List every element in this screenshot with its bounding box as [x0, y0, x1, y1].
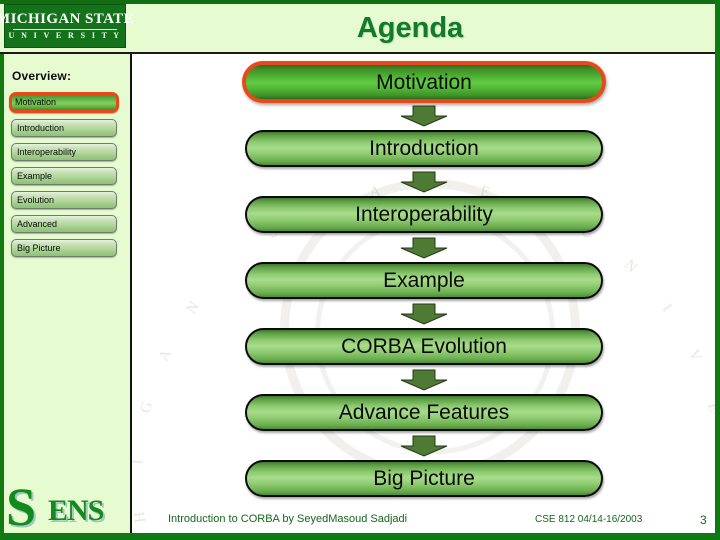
- flow-step-label: Example: [383, 269, 465, 292]
- sidebar-item-label: Example: [17, 170, 53, 181]
- flow-step-label: CORBA Evolution: [341, 335, 507, 358]
- flow-step-label: Advance Features: [338, 401, 510, 424]
- sidebar-item-introduction[interactable]: Introduction: [11, 119, 117, 137]
- sidebar-nav-list: Motivation Introduction Interoperability Ex…: [9, 92, 123, 263]
- sens-logo-rest: ENS: [48, 494, 104, 527]
- sidebar-heading: Overview:: [12, 69, 72, 83]
- sidebar-item-label: Evolution: [17, 194, 55, 205]
- sidebar-item-label: Interoperability: [17, 146, 77, 157]
- sidebar-item-advanced[interactable]: Advanced: [11, 215, 117, 233]
- sidebar-item-interoperability[interactable]: Interoperability: [11, 143, 117, 161]
- msu-logo-line2: U N I V E R S I T Y: [8, 31, 122, 40]
- agenda-flow-chart: Motivation Introduction Interoperability Ex…: [132, 54, 715, 533]
- page-title: Agenda: [356, 11, 464, 44]
- flow-step-example[interactable]: Example: [245, 262, 603, 299]
- msu-logo-line1: MICHIGAN STATE: [0, 11, 134, 27]
- sidebar-item-big-picture[interactable]: Big Picture: [11, 239, 117, 257]
- sidebar-item-label: Big Picture: [17, 242, 61, 253]
- sidebar: Overview: Motivation Introduction Interope…: [4, 54, 130, 533]
- flow-step-big-picture[interactable]: Big Picture: [245, 460, 603, 497]
- flow-arrow-down-icon: [400, 369, 448, 391]
- flow-step-interoperability[interactable]: Interoperability: [245, 196, 603, 233]
- flow-step-label: Interoperability: [355, 203, 493, 226]
- flow-arrow-down-icon: [400, 171, 448, 193]
- sidebar-item-label: Motivation: [15, 97, 57, 107]
- flow-step-corba-evolution[interactable]: CORBA Evolution: [245, 328, 603, 365]
- flow-step-label: Big Picture: [373, 467, 475, 490]
- sidebar-item-evolution[interactable]: Evolution: [11, 191, 117, 209]
- flow-step-label: Motivation: [376, 70, 472, 94]
- flow-arrow-down-icon: [400, 237, 448, 259]
- slide: MICHIGAN STATE U N I V E R S I T Y Agend…: [0, 0, 720, 540]
- msu-logo-rule: [13, 29, 117, 30]
- michigan-state-university-logo: MICHIGAN STATE U N I V E R S I T Y: [0, 4, 134, 48]
- slide-bottom-border: [0, 533, 720, 540]
- flow-step-advance-features[interactable]: Advance Features: [245, 394, 603, 431]
- flow-arrow-down-icon: [400, 303, 448, 325]
- sidebar-item-label: Introduction: [17, 122, 65, 133]
- flow-step-label: Introduction: [369, 137, 479, 160]
- slide-body: MICHIGAN STATE UNIVERSITY MotivationIntr…: [132, 54, 715, 533]
- sidebar-item-label: Advanced: [17, 218, 58, 229]
- flow-step-motivation[interactable]: Motivation: [242, 61, 606, 103]
- sidebar-item-motivation[interactable]: Motivation: [9, 92, 119, 113]
- footer-meta: CSE 812 04/14-16/2003: [535, 514, 643, 525]
- sens-logo: S ENS: [4, 482, 128, 530]
- flow-step-introduction[interactable]: Introduction: [245, 130, 603, 167]
- footer-page-number: 3: [700, 513, 707, 527]
- sidebar-item-example[interactable]: Example: [11, 167, 117, 185]
- sens-logo-first-letter: S: [6, 482, 37, 530]
- footer-note: Introduction to CORBA by SeyedMasoud Sad…: [168, 513, 408, 525]
- flow-arrow-down-icon: [400, 105, 448, 127]
- flow-arrow-down-icon: [400, 435, 448, 457]
- slide-right-border: [715, 0, 720, 540]
